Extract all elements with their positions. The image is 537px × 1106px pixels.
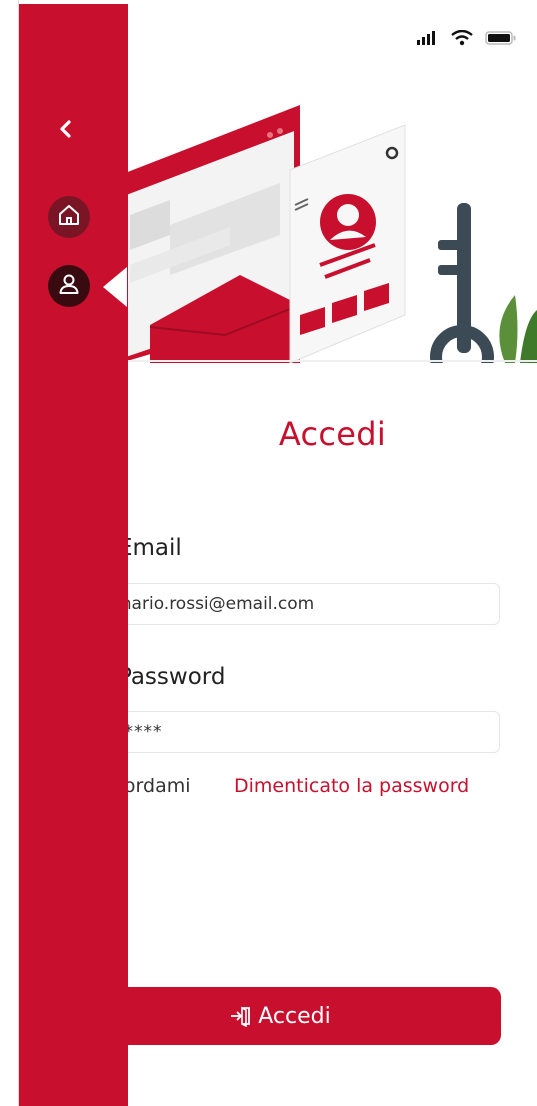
hero-divider	[128, 360, 537, 362]
wifi-icon	[451, 30, 473, 46]
forgot-password-link[interactable]: Dimenticato la password	[234, 775, 469, 797]
user-icon	[57, 272, 81, 300]
password-label: Password	[118, 664, 226, 690]
email-field[interactable]: mario.rossi@email.com	[100, 583, 500, 625]
page-title: Accedi	[278, 415, 387, 453]
sidebar	[19, 4, 128, 1106]
status-bar	[417, 30, 517, 46]
password-field[interactable]: *****	[100, 711, 500, 753]
selected-indicator	[103, 267, 127, 307]
battery-icon	[485, 31, 517, 45]
sidebar-item-profile[interactable]	[48, 265, 90, 307]
home-icon	[57, 203, 81, 231]
login-button-label: Accedi	[258, 1003, 331, 1029]
login-icon	[230, 1005, 252, 1027]
login-illustration	[120, 95, 537, 363]
sidebar-item-home[interactable]	[48, 196, 90, 238]
signal-icon	[417, 31, 439, 45]
chevron-left-icon[interactable]	[55, 114, 77, 144]
